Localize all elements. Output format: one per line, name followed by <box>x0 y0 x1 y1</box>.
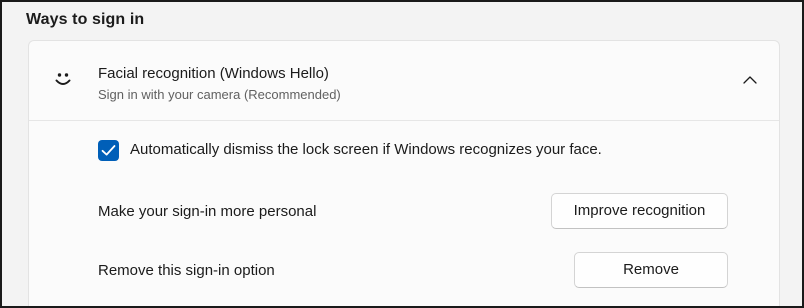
facial-recognition-header[interactable]: Facial recognition (Windows Hello) Sign … <box>29 41 779 121</box>
facial-recognition-title: Facial recognition (Windows Hello) <box>98 65 329 82</box>
settings-panel: Ways to sign in Facial recognition (Wind… <box>0 0 804 308</box>
facial-recognition-card: Facial recognition (Windows Hello) Sign … <box>28 40 780 306</box>
remove-option-label: Remove this sign-in option <box>98 262 275 279</box>
personalize-label: Make your sign-in more personal <box>98 203 317 220</box>
smiley-face-icon <box>55 73 71 85</box>
checkmark-icon <box>101 145 116 156</box>
auto-dismiss-label[interactable]: Automatically dismiss the lock screen if… <box>130 141 602 158</box>
auto-dismiss-checkbox[interactable] <box>98 140 119 161</box>
facial-recognition-subtitle: Sign in with your camera (Recommended) <box>98 87 341 102</box>
chevron-up-icon[interactable] <box>743 75 757 85</box>
remove-button[interactable]: Remove <box>574 252 728 288</box>
section-title: Ways to sign in <box>26 11 145 28</box>
improve-recognition-button[interactable]: Improve recognition <box>551 193 728 229</box>
